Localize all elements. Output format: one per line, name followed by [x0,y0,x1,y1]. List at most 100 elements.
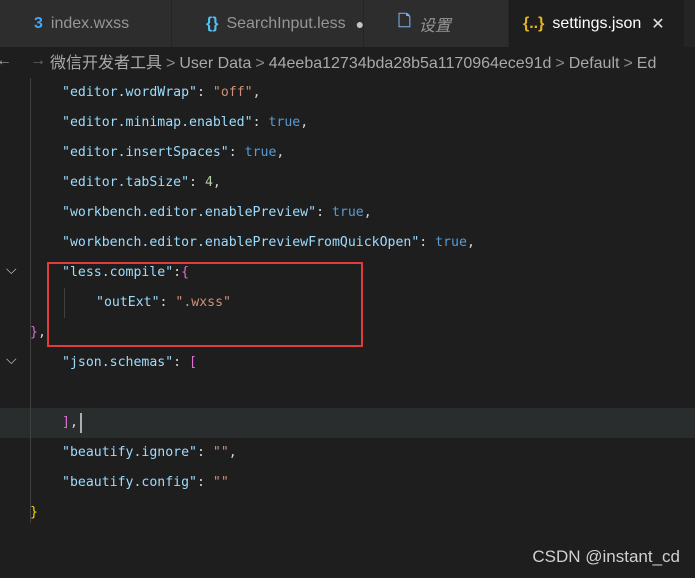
indent-guide [30,78,31,523]
code-token: : [196,475,213,490]
code-token: true [268,115,301,130]
code-line[interactable] [0,378,695,408]
code-token: "off" [212,85,253,100]
code-token: } [30,325,38,340]
code-token: "editor.tabSize" [62,175,190,190]
code-token: : [196,85,213,100]
code-text: "workbench.editor.enablePreview": true, [62,198,372,228]
code-text: "json.schemas": [ [62,348,197,378]
code-token: true [435,235,467,250]
back-arrow-icon[interactable]: ← [0,52,12,70]
breadcrumb-separator: > [255,55,265,72]
code-text: ], [62,408,78,438]
breadcrumb-separator: > [555,55,565,72]
code-line[interactable]: "workbench.editor.enablePreview": true, [0,198,695,228]
code-line[interactable]: "outExt": ".wxss" [0,288,695,318]
code-token: "less.compile" [62,265,174,280]
document-icon: 🗋 [398,13,411,30]
code-token: "beautify.ignore" [62,445,197,460]
code-token: , [363,205,372,220]
breadcrumb-item[interactable]: 微信开发者工具 [50,55,162,72]
breadcrumb-item[interactable]: 44eeba12734bda28b5a1170964ece91d [269,55,552,72]
tab-searchinput-less[interactable]: {} SearchInput.less ● [172,0,364,47]
code-line[interactable]: ], [0,408,695,438]
unsaved-dot-icon[interactable]: ● [356,16,364,32]
code-text: "workbench.editor.enablePreviewFromQuick… [62,228,475,258]
code-token: : [173,355,190,370]
code-token: , [300,115,309,130]
code-token: "" [212,445,229,460]
code-text: "outExt": ".wxss" [96,288,231,318]
code-token: : [316,205,332,220]
code-token: [ [189,355,197,370]
code-token: , [252,85,261,100]
code-line[interactable]: } [0,498,695,528]
code-token: , [466,235,475,250]
breadcrumb-item[interactable]: Ed [637,55,657,72]
code-text: "editor.wordWrap": "off", [62,78,261,108]
code-token: , [37,325,46,340]
code-text: "beautify.config": "" [62,468,229,498]
code-token: "editor.minimap.enabled" [62,115,253,130]
code-token: , [228,445,237,460]
code-line[interactable]: "beautify.config": "" [0,468,695,498]
code-line[interactable]: "editor.wordWrap": "off", [0,78,695,108]
code-line[interactable]: "workbench.editor.enablePreviewFromQuick… [0,228,695,258]
code-token: } [30,505,38,520]
code-line[interactable]: "editor.insertSpaces": true, [0,138,695,168]
code-text: "editor.tabSize": 4, [62,168,221,198]
code-token: ] [62,415,70,430]
code-token: true [331,205,364,220]
breadcrumb: ← → 微信开发者工具 > User Data >44eeba12734bda28b5… [0,47,695,75]
tab-label: settings.json [552,14,642,32]
code-token: "workbench.editor.enablePreviewFromQuick… [62,235,420,250]
breadcrumb-item[interactable]: User Data [179,55,251,72]
code-token: : [196,445,213,460]
code-line[interactable]: "less.compile":{ [0,258,695,288]
breadcrumb-path: 微信开发者工具 > User Data >44eeba12734bda28b5a117… [50,49,656,73]
tab-index-wxss[interactable]: 3 index.wxss [0,0,172,47]
code-text: "beautify.ignore": "", [62,438,237,468]
breadcrumb-separator: > [623,55,633,72]
code-token: : [419,235,436,250]
code-token: , [276,145,285,160]
chevron-down-icon[interactable]: ⌵ [6,262,17,278]
code-token: ".wxss" [175,295,231,310]
breadcrumb-item[interactable]: Default [569,55,620,72]
code-token: , [212,175,221,190]
code-token: : [159,295,176,310]
text-cursor [80,413,82,433]
code-token: : [189,175,205,190]
code-editor[interactable]: "editor.wordWrap": "off", "editor.minimap… [0,75,695,578]
braces-file-icon: {} [206,14,219,32]
tab-settings-json[interactable]: {..} settings.json ✕ [509,0,685,47]
tab-label: 设置 [418,17,451,35]
code-token: "beautify.config" [62,475,197,490]
watermark: CSDN @instant_cd [532,547,680,566]
code-text: }, [30,318,46,348]
code-token: "editor.insertSpaces" [62,145,229,160]
code-text: "editor.insertSpaces": true, [62,138,284,168]
chevron-down-icon[interactable]: ⌵ [6,352,17,368]
code-line[interactable]: "editor.tabSize": 4, [0,168,695,198]
forward-arrow-icon[interactable]: → [30,52,46,70]
code-token: "editor.wordWrap" [62,85,197,100]
code-token: true [244,145,277,160]
code-text: } [30,498,38,528]
code-token: : [252,115,269,130]
tab-[interactable]: 🗋 设置 [364,0,509,47]
code-token: "json.schemas" [62,355,174,370]
code-token: 4 [204,175,213,190]
json-file-icon: {..} [523,14,545,32]
code-line[interactable]: "beautify.ignore": "", [0,438,695,468]
close-icon[interactable]: ✕ [651,14,664,34]
code-token: { [181,265,190,280]
code-token: : [228,145,245,160]
code-text: "less.compile":{ [62,258,189,288]
code-line[interactable]: "editor.minimap.enabled": true, [0,108,695,138]
code-token: "outExt" [96,295,160,310]
breadcrumb-separator: > [166,55,176,72]
code-line[interactable]: }, [0,318,695,348]
code-line[interactable]: "json.schemas": [ [0,348,695,378]
tab-label: index.wxss [50,14,130,32]
